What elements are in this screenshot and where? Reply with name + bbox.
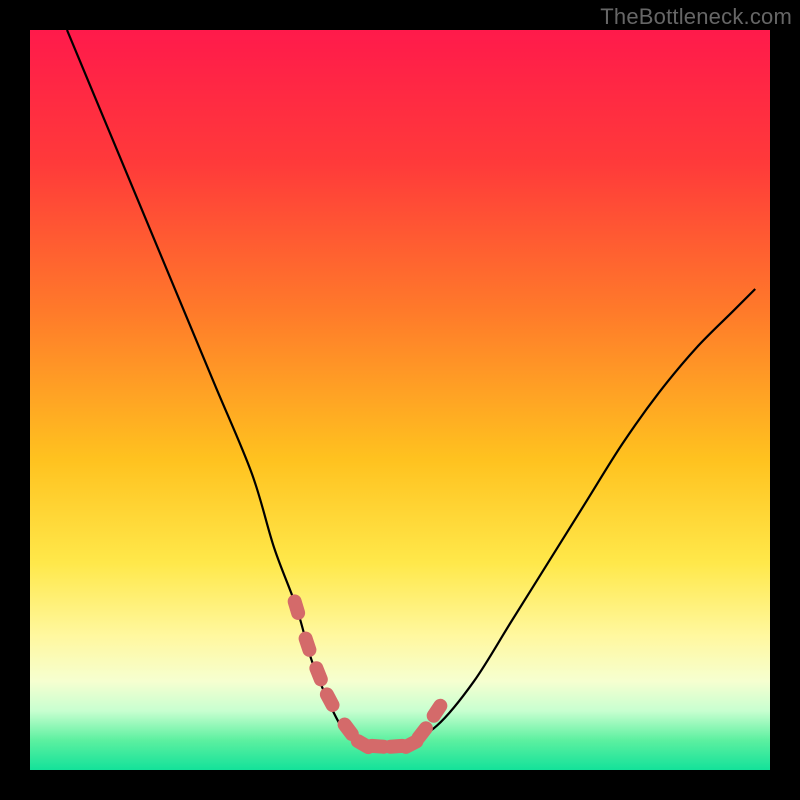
chart-svg	[30, 30, 770, 770]
marker-pill	[317, 685, 342, 715]
plot-area	[30, 30, 770, 770]
chart-frame: TheBottleneck.com	[0, 0, 800, 800]
marker-pill	[307, 659, 330, 688]
marker-pill	[297, 630, 319, 659]
optimal-range-markers	[286, 593, 450, 757]
marker-pill	[424, 696, 450, 725]
bottleneck-curve	[67, 30, 755, 749]
marker-pill	[286, 593, 307, 622]
watermark-text: TheBottleneck.com	[600, 4, 792, 30]
